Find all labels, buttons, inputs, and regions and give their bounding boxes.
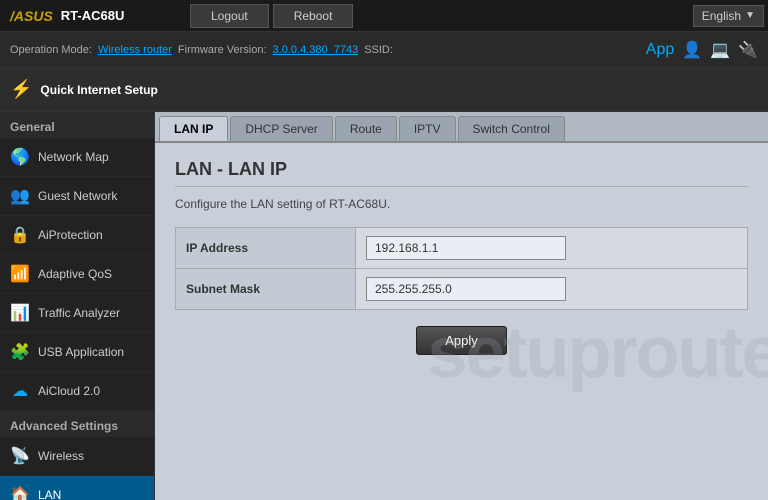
language-selector[interactable]: English ▼ [693,5,764,27]
main-layout: General 🌎 Network Map 👥 Guest Network 🔒 … [0,112,768,500]
plug-icon[interactable]: 🔌 [738,40,758,60]
sidebar-item-aiprotection[interactable]: 🔒 AiProtection [0,216,154,255]
info-icons: App 👤 💻 🔌 [646,40,758,60]
subnet-mask-input[interactable] [366,277,566,301]
sidebar-item-wireless[interactable]: 📡 Wireless [0,437,154,476]
reboot-button[interactable]: Reboot [273,4,354,28]
fw-version[interactable]: 3.0.0.4.380_7743 [273,44,359,56]
tab-bar: LAN IP DHCP Server Route IPTV Switch Con… [155,112,768,143]
sidebar-item-network-map[interactable]: 🌎 Network Map [0,138,154,177]
header-buttons: Logout Reboot [190,4,693,28]
quick-setup-bar[interactable]: ⚡ Quick Internet Setup [0,68,768,112]
tab-lan-ip[interactable]: LAN IP [159,116,228,141]
app-icon[interactable]: App [646,41,674,59]
tab-switch-control[interactable]: Switch Control [458,116,565,141]
page-title: LAN - LAN IP [175,159,748,187]
wireless-label: Wireless [38,449,84,463]
wireless-icon: 📡 [10,446,30,466]
apply-btn-area: Apply [175,326,748,355]
subnet-mask-label: Subnet Mask [176,269,356,310]
content-inner: LAN - LAN IP Configure the LAN setting o… [155,143,768,371]
guest-network-icon: 👥 [10,186,30,206]
general-section-title: General [0,112,154,138]
tab-iptv[interactable]: IPTV [399,116,456,141]
usb-application-icon: 🧩 [10,342,30,362]
network-map-icon: 🌎 [10,147,30,167]
usb-application-label: USB Application [38,345,124,359]
page-description: Configure the LAN setting of RT-AC68U. [175,197,748,211]
form-table: IP Address Subnet Mask [175,227,748,310]
network-map-label: Network Map [38,150,109,164]
ip-address-input[interactable] [366,236,566,260]
header: /ASUS RT-AC68U Logout Reboot English ▼ [0,0,768,32]
apply-button[interactable]: Apply [416,326,507,355]
lan-label: LAN [38,488,61,500]
aiprotection-label: AiProtection [38,228,103,242]
sidebar: General 🌎 Network Map 👥 Guest Network 🔒 … [0,112,155,500]
sidebar-item-traffic-analyzer[interactable]: 📊 Traffic Analyzer [0,294,154,333]
subnet-mask-cell [356,269,748,310]
adaptive-qos-icon: 📶 [10,264,30,284]
table-row: IP Address [176,228,748,269]
aiprotection-icon: 🔒 [10,225,30,245]
sidebar-item-guest-network[interactable]: 👥 Guest Network [0,177,154,216]
ip-address-label: IP Address [176,228,356,269]
aicloud-icon: ☁ [10,381,30,401]
fw-label: Firmware Version: [178,44,267,56]
quick-setup-icon: ⚡ [10,79,32,100]
content-area: LAN IP DHCP Server Route IPTV Switch Con… [155,112,768,500]
screen-icon[interactable]: 💻 [710,40,730,60]
model-name: RT-AC68U [61,8,125,23]
asus-logo: /ASUS [10,8,53,24]
sidebar-item-adaptive-qos[interactable]: 📶 Adaptive QoS [0,255,154,294]
table-row: Subnet Mask [176,269,748,310]
tab-route[interactable]: Route [335,116,397,141]
advanced-section-title: Advanced Settings [0,411,154,437]
chevron-down-icon: ▼ [745,10,755,21]
info-bar: Operation Mode: Wireless router Firmware… [0,32,768,68]
op-mode-label: Operation Mode: [10,44,92,56]
user-icon[interactable]: 👤 [682,40,702,60]
traffic-analyzer-icon: 📊 [10,303,30,323]
ip-address-cell [356,228,748,269]
op-mode-value[interactable]: Wireless router [98,44,172,56]
logo-area: /ASUS RT-AC68U [0,8,190,24]
aicloud-label: AiCloud 2.0 [38,384,100,398]
quick-setup-label: Quick Internet Setup [40,83,157,97]
ssid-label: SSID: [364,44,393,56]
logout-button[interactable]: Logout [190,4,269,28]
traffic-analyzer-label: Traffic Analyzer [38,306,120,320]
sidebar-item-aicloud[interactable]: ☁ AiCloud 2.0 [0,372,154,411]
adaptive-qos-label: Adaptive QoS [38,267,112,281]
language-label: English [702,9,741,23]
lan-icon: 🏠 [10,485,30,500]
tab-dhcp-server[interactable]: DHCP Server [230,116,332,141]
sidebar-item-usb-application[interactable]: 🧩 USB Application [0,333,154,372]
guest-network-label: Guest Network [38,189,117,203]
sidebar-item-lan[interactable]: 🏠 LAN [0,476,154,500]
